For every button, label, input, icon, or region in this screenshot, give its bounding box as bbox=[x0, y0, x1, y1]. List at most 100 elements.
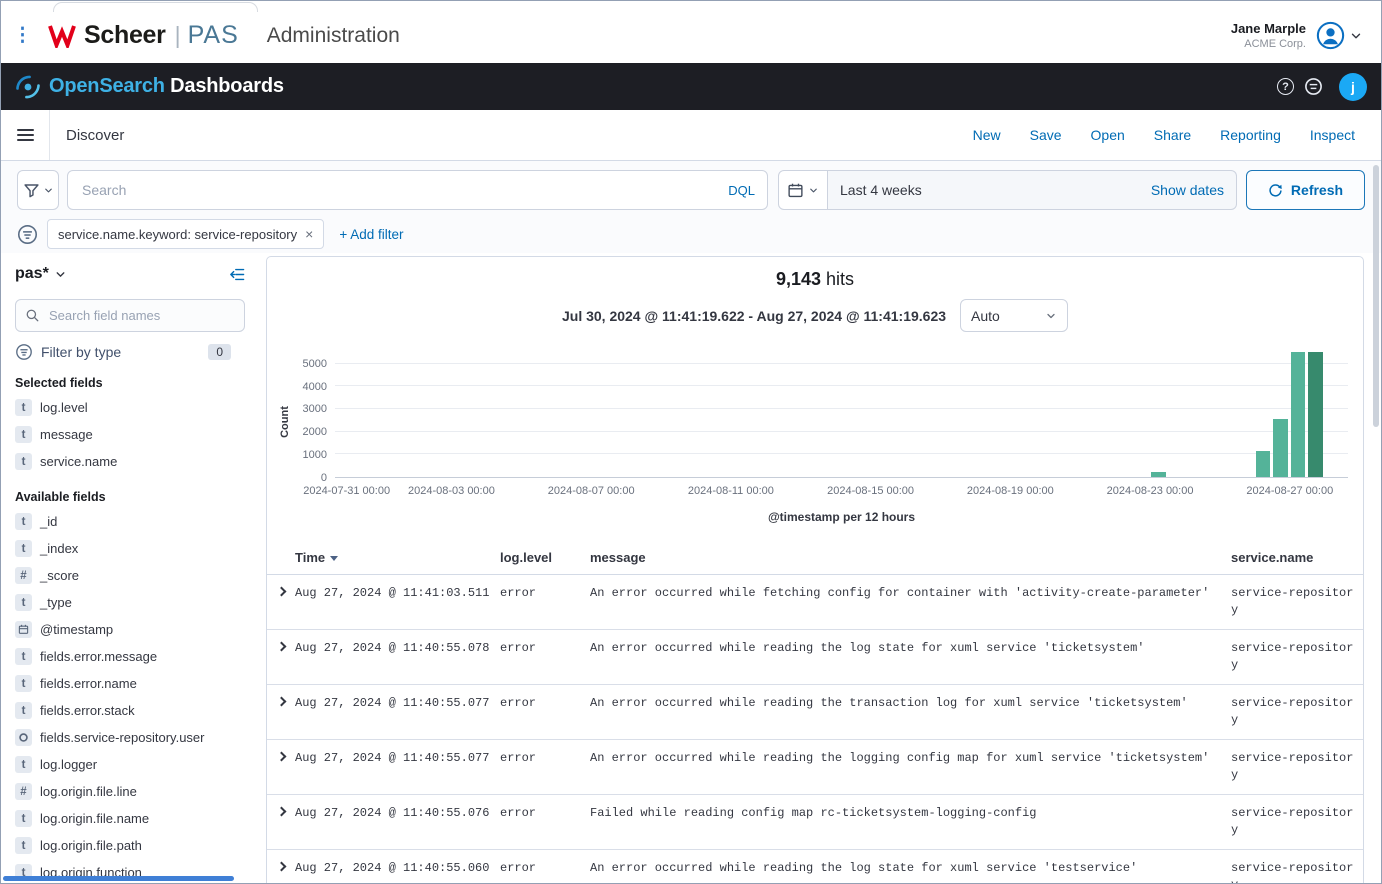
cell-log-level: error bbox=[500, 695, 590, 712]
expand-row-chevron-icon[interactable] bbox=[267, 750, 295, 760]
table-row[interactable]: Aug 27, 2024 @ 11:40:55.078errorAn error… bbox=[267, 630, 1363, 685]
nav-link-reporting[interactable]: Reporting bbox=[1220, 127, 1281, 143]
chevron-down-icon bbox=[808, 185, 819, 196]
filter-pill[interactable]: service.name.keyword: service-repository… bbox=[47, 219, 324, 249]
field-item-fields.service-repository.user[interactable]: fields.service-repository.user bbox=[15, 724, 245, 751]
field-item-log.origin.file.name[interactable]: tlog.origin.file.name bbox=[15, 805, 245, 832]
table-header-service-name[interactable]: service.name bbox=[1231, 550, 1363, 565]
help-icon[interactable]: ? bbox=[1277, 78, 1294, 95]
chevron-down-icon bbox=[43, 185, 54, 196]
app-menu-kebab-icon[interactable]: ⋮ bbox=[13, 29, 31, 43]
field-item-_id[interactable]: t_id bbox=[15, 508, 245, 535]
collapse-sidebar-icon[interactable] bbox=[228, 266, 245, 283]
field-item-log.origin.file.path[interactable]: tlog.origin.file.path bbox=[15, 832, 245, 859]
expand-row-chevron-icon[interactable] bbox=[267, 585, 295, 595]
keyboard-shortcuts-icon[interactable] bbox=[1304, 77, 1323, 96]
table-header-log-level[interactable]: log.level bbox=[500, 550, 590, 565]
field-name: message bbox=[40, 426, 93, 442]
x-tick-label: 2024-08-23 00:00 bbox=[1107, 485, 1194, 497]
refresh-button[interactable]: Refresh bbox=[1246, 170, 1365, 210]
table-row[interactable]: Aug 27, 2024 @ 11:40:55.060errorAn error… bbox=[267, 850, 1363, 883]
hamburger-menu-icon[interactable] bbox=[1, 110, 50, 160]
nav-link-new[interactable]: New bbox=[973, 127, 1001, 143]
field-item-message[interactable]: tmessage bbox=[15, 421, 245, 448]
results-panel: 9,143hits Jul 30, 2024 @ 11:41:19.622 - … bbox=[266, 256, 1364, 883]
cell-message: An error occurred while reading the tran… bbox=[590, 695, 1231, 712]
user-avatar[interactable]: j bbox=[1339, 73, 1367, 101]
expand-row-chevron-icon[interactable] bbox=[267, 805, 295, 815]
histogram-bar[interactable] bbox=[1151, 472, 1165, 477]
nav-link-save[interactable]: Save bbox=[1030, 127, 1062, 143]
opensearch-brand[interactable]: OpenSearch Dashboards bbox=[15, 74, 284, 100]
nav-link-share[interactable]: Share bbox=[1154, 127, 1191, 143]
opensearch-header: OpenSearch Dashboards ? j bbox=[1, 63, 1381, 110]
saved-query-menu-button[interactable] bbox=[17, 170, 59, 210]
field-item-_score[interactable]: #_score bbox=[15, 562, 245, 589]
string-field-icon: t bbox=[15, 810, 32, 827]
page-scrollbar[interactable] bbox=[1372, 161, 1380, 881]
histogram-bar[interactable] bbox=[1256, 451, 1270, 477]
cell-log-level: error bbox=[500, 750, 590, 767]
filter-remove-icon[interactable]: × bbox=[305, 226, 313, 242]
cell-time: Aug 27, 2024 @ 11:40:55.077 bbox=[295, 695, 500, 712]
histogram-bar[interactable] bbox=[1273, 419, 1287, 477]
show-dates-button[interactable]: Show dates bbox=[1151, 182, 1224, 198]
field-item-fields.error.message[interactable]: tfields.error.message bbox=[15, 643, 245, 670]
query-language-button[interactable]: DQL bbox=[728, 183, 755, 198]
x-tick-label: 2024-07-31 00:00 bbox=[303, 485, 390, 497]
histogram-bar[interactable] bbox=[1291, 352, 1305, 477]
interval-select[interactable]: Auto bbox=[960, 299, 1068, 332]
expand-row-chevron-icon[interactable] bbox=[267, 695, 295, 705]
histogram-chart[interactable]: Count 010002000300040005000 2024-07-31 0… bbox=[267, 344, 1363, 532]
table-row[interactable]: Aug 27, 2024 @ 11:41:03.511errorAn error… bbox=[267, 575, 1363, 630]
field-item-fields.error.name[interactable]: tfields.error.name bbox=[15, 670, 245, 697]
nav-links: New Save Open Share Reporting Inspect bbox=[973, 127, 1381, 143]
global-filters-menu-icon[interactable] bbox=[17, 224, 38, 245]
add-filter-button[interactable]: + Add filter bbox=[339, 227, 403, 242]
nav-link-open[interactable]: Open bbox=[1091, 127, 1125, 143]
table-row[interactable]: Aug 27, 2024 @ 11:40:55.077errorAn error… bbox=[267, 740, 1363, 795]
filter-count-badge: 0 bbox=[208, 344, 231, 360]
user-menu-chevron-down-icon[interactable] bbox=[1349, 29, 1363, 43]
table-header-row: Time log.level message service.name bbox=[267, 544, 1363, 575]
discover-nav-bar: Discover NewSaveOpenShareReportingInspec… bbox=[1, 110, 1381, 161]
histogram-bar[interactable] bbox=[1308, 352, 1322, 477]
field-item-_type[interactable]: t_type bbox=[15, 589, 245, 616]
field-item-log.logger[interactable]: tlog.logger bbox=[15, 751, 245, 778]
table-row[interactable]: Aug 27, 2024 @ 11:40:55.076errorFailed w… bbox=[267, 795, 1363, 850]
field-item-log.level[interactable]: tlog.level bbox=[15, 394, 245, 421]
field-item-_index[interactable]: t_index bbox=[15, 535, 245, 562]
user-account-icon[interactable] bbox=[1316, 21, 1345, 50]
field-search-input[interactable] bbox=[47, 307, 235, 324]
field-item-log.origin.file.line[interactable]: #log.origin.file.line bbox=[15, 778, 245, 805]
field-name: log.origin.file.line bbox=[40, 783, 137, 799]
wordmark-primary: OpenSearch bbox=[49, 75, 165, 97]
field-name: service.name bbox=[40, 453, 117, 469]
nav-link-inspect[interactable]: Inspect bbox=[1310, 127, 1355, 143]
table-row[interactable]: Aug 27, 2024 @ 11:40:55.077errorAn error… bbox=[267, 685, 1363, 740]
table-header-time[interactable]: Time bbox=[295, 550, 500, 565]
index-pattern-selector[interactable]: pas* bbox=[15, 265, 67, 283]
field-item-service.name[interactable]: tservice.name bbox=[15, 448, 245, 475]
hits-count: 9,143 bbox=[776, 269, 821, 289]
cell-service-name: service-repository bbox=[1231, 805, 1363, 839]
time-range-value[interactable]: Last 4 weeks bbox=[840, 182, 922, 198]
index-pattern-name: pas* bbox=[15, 265, 49, 283]
sidebar-scrollbar[interactable] bbox=[3, 876, 234, 881]
field-item-@timestamp[interactable]: @timestamp bbox=[15, 616, 245, 643]
expand-row-chevron-icon[interactable] bbox=[267, 640, 295, 650]
field-item-fields.error.stack[interactable]: tfields.error.stack bbox=[15, 697, 245, 724]
y-tick-label: 1000 bbox=[303, 449, 327, 461]
expand-row-chevron-icon[interactable] bbox=[267, 860, 295, 870]
date-picker-calendar-button[interactable] bbox=[778, 170, 828, 210]
filter-by-type-button[interactable]: Filter by type 0 bbox=[15, 343, 245, 361]
time-range-control[interactable]: Last 4 weeks Show dates bbox=[828, 170, 1237, 210]
string-field-icon: t bbox=[15, 594, 32, 611]
search-input[interactable] bbox=[80, 181, 720, 199]
string-field-icon: t bbox=[15, 756, 32, 773]
user-name: Jane Marple bbox=[1231, 21, 1306, 36]
scheer-logo-icon bbox=[47, 23, 77, 48]
table-header-message[interactable]: message bbox=[590, 550, 1231, 565]
sort-descending-icon[interactable] bbox=[330, 556, 338, 561]
page-scrollbar-thumb[interactable] bbox=[1373, 165, 1379, 427]
